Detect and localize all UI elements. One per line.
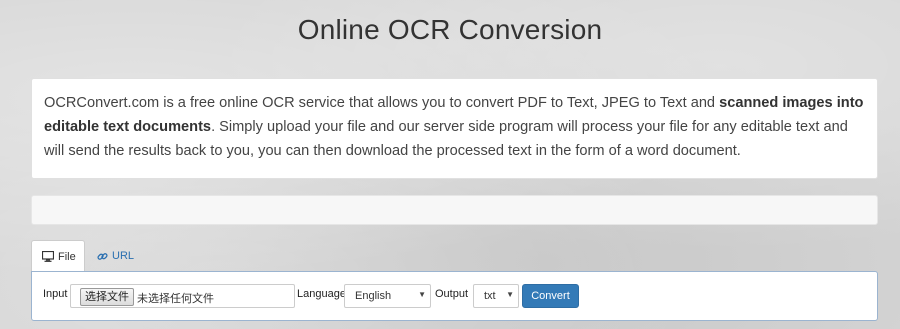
tab-url-label: URL <box>112 250 135 262</box>
tab-url[interactable]: URL <box>97 240 134 272</box>
chevron-down-icon: ▼ <box>418 290 426 299</box>
no-file-chosen-text: 未选择任何文件 <box>137 293 214 305</box>
tab-file[interactable]: File <box>31 240 85 272</box>
output-select[interactable]: txt ▼ <box>473 284 519 308</box>
link-icon <box>97 251 108 262</box>
monitor-icon <box>42 251 54 262</box>
output-label: Output <box>435 288 469 300</box>
language-label: Language <box>297 288 346 300</box>
page-title: Online OCR Conversion <box>297 14 603 45</box>
description-text: OCRConvert.com is a free online OCR serv… <box>44 95 720 111</box>
convert-button[interactable]: Convert <box>522 284 579 308</box>
tab-file-label: File <box>58 250 76 263</box>
language-select[interactable]: English ▼ <box>344 284 431 308</box>
description-panel: OCRConvert.com is a free online OCR serv… <box>31 78 878 179</box>
choose-file-button[interactable]: 选择文件 <box>80 288 134 306</box>
empty-status-bar <box>31 195 878 225</box>
chevron-down-icon: ▼ <box>506 290 514 299</box>
language-selected-value: English <box>355 290 392 302</box>
file-input[interactable]: 选择文件 未选择任何文件 <box>70 284 295 308</box>
output-selected-value: txt <box>484 290 496 302</box>
input-label: Input <box>43 288 68 300</box>
file-form-panel: Input 选择文件 未选择任何文件 Language English ▼ Ou… <box>31 271 878 321</box>
